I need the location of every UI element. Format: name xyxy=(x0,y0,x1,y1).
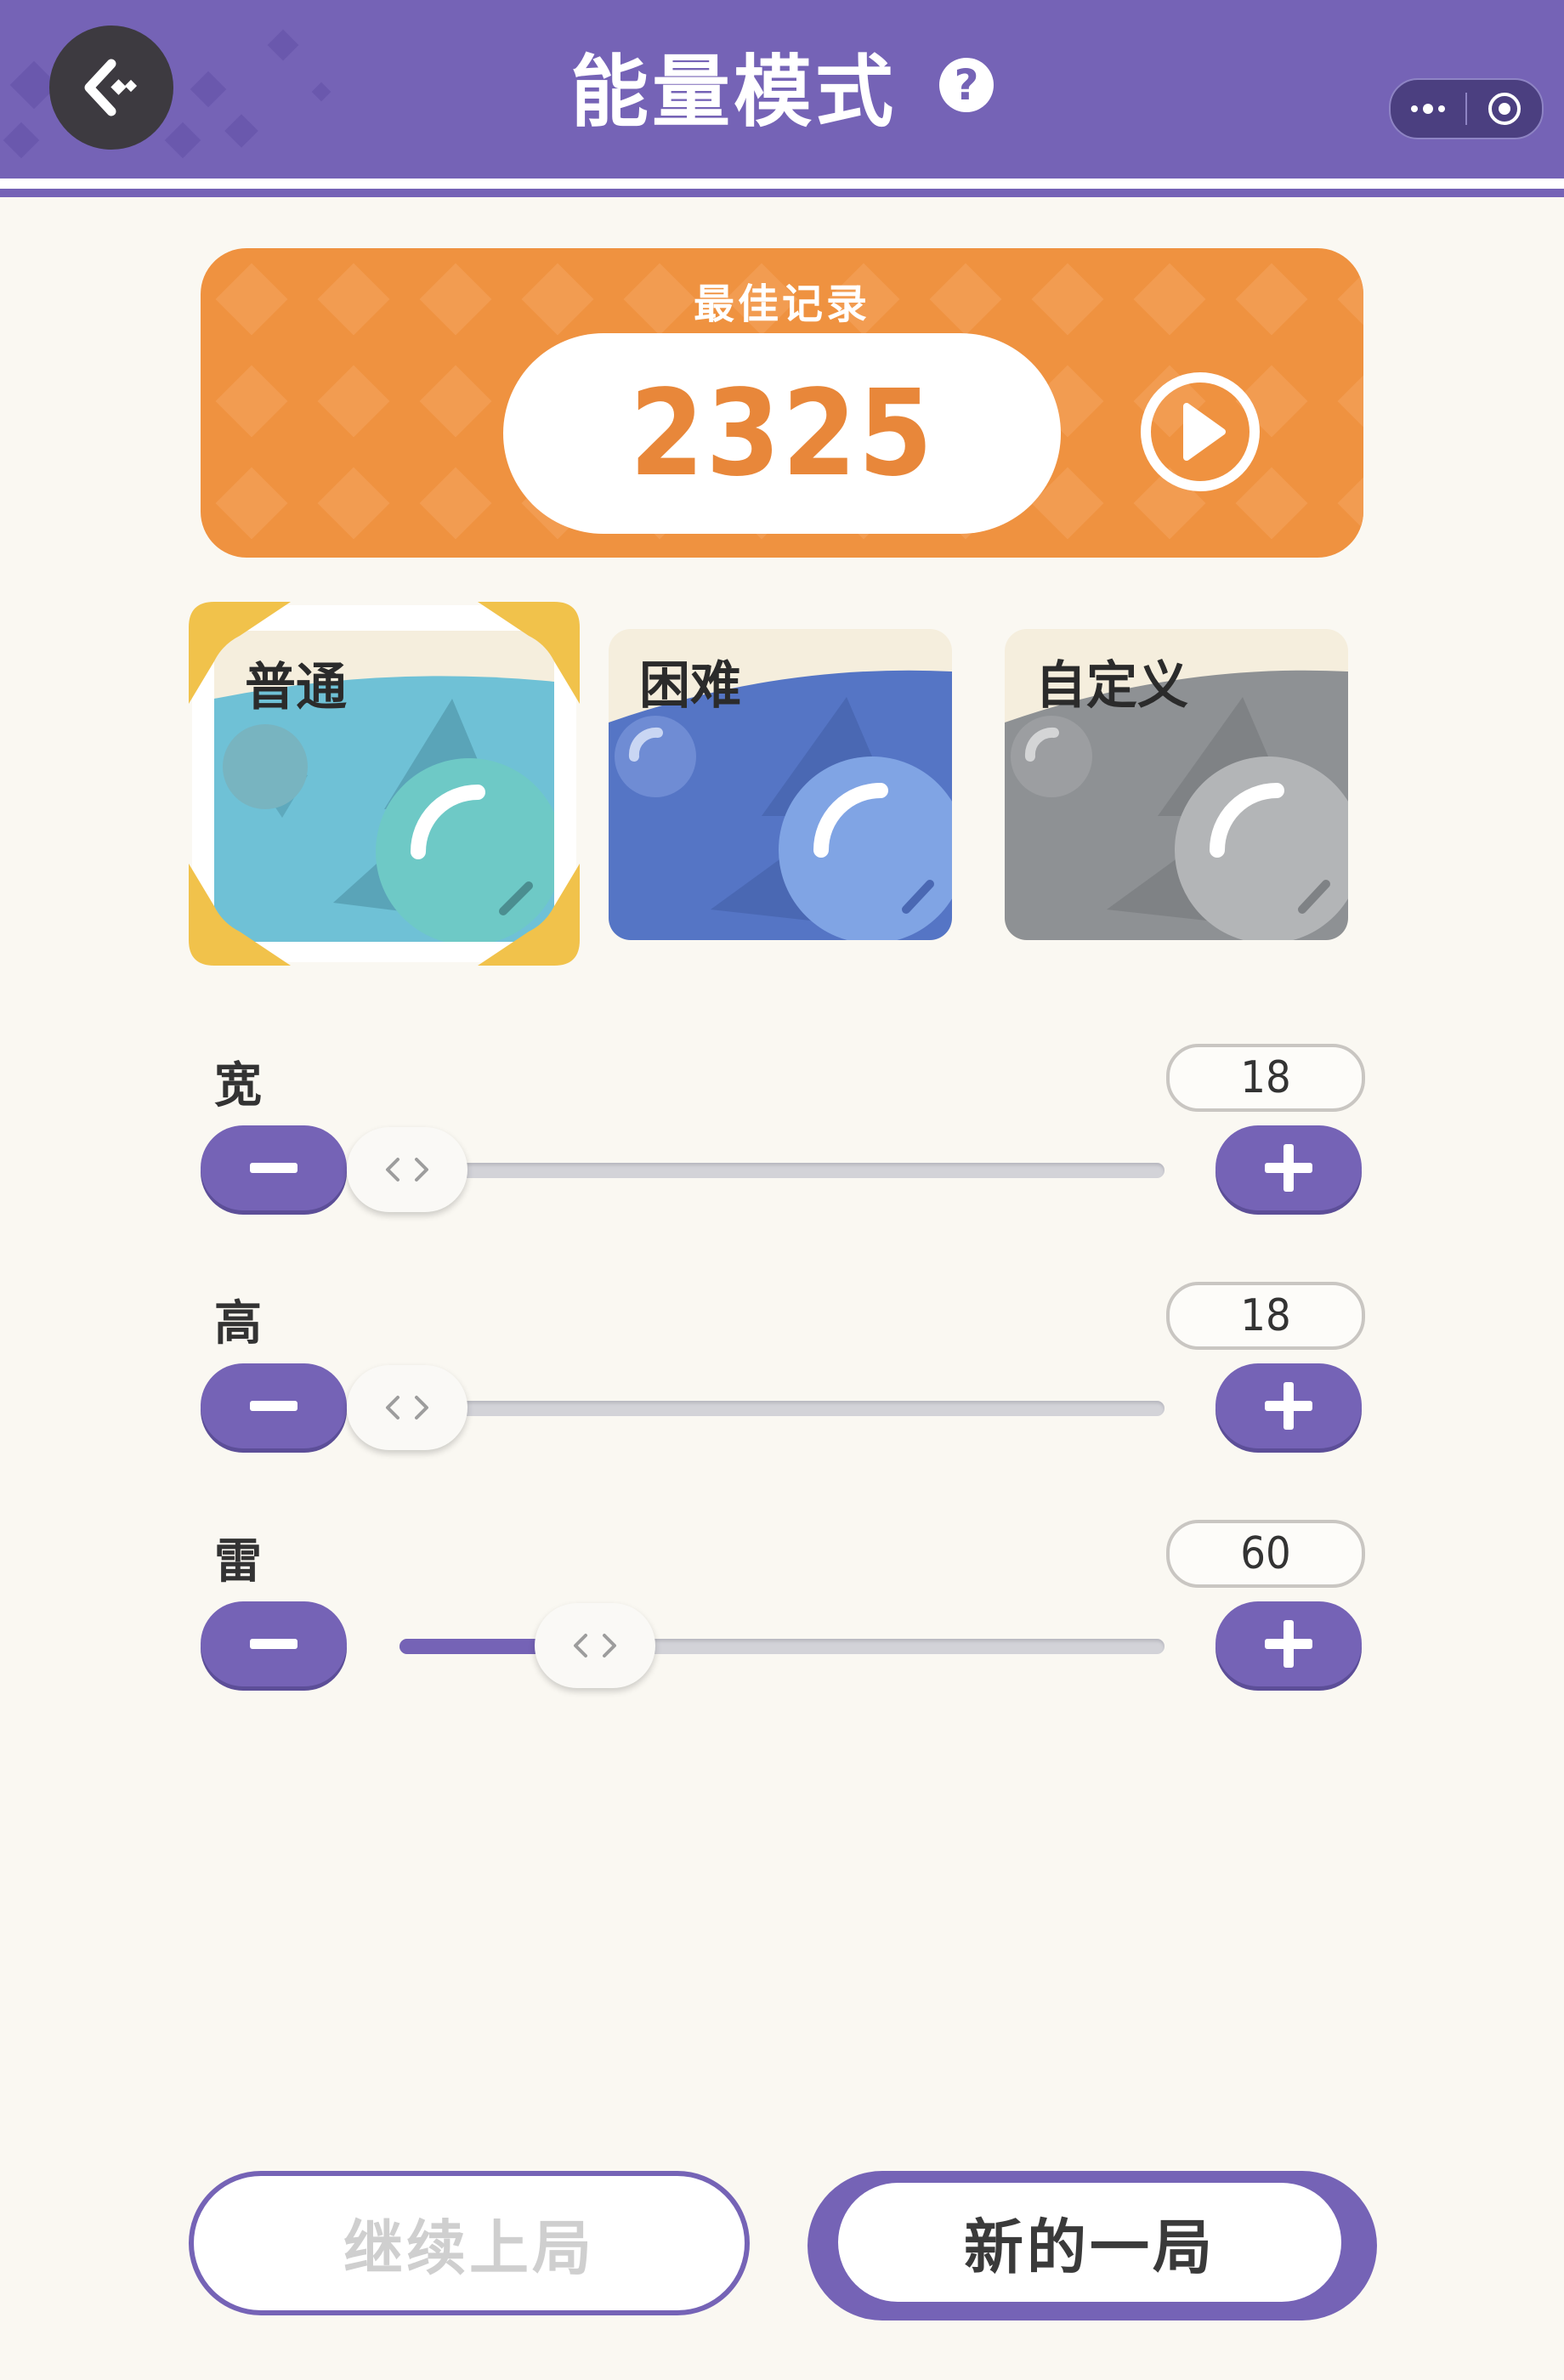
drag-arrows-icon xyxy=(386,1396,428,1420)
header-divider-accent xyxy=(0,189,1564,197)
more-dots-icon xyxy=(1411,104,1445,114)
plus-icon xyxy=(1265,1144,1312,1192)
minus-icon xyxy=(250,1163,298,1173)
height-value: 18 xyxy=(1166,1282,1365,1350)
width-minus-button[interactable] xyxy=(201,1125,347,1210)
mode-card-hard[interactable]: 困难 xyxy=(609,629,952,940)
mines-plus-button[interactable] xyxy=(1216,1601,1362,1686)
page-title: 能量模式 xyxy=(570,46,897,138)
header-divider xyxy=(0,178,1564,189)
record-label: 最佳记录 xyxy=(693,280,870,328)
mode-label-normal: 普通 xyxy=(245,658,347,717)
score-display: 2325 xyxy=(503,333,1061,534)
drag-arrows-icon xyxy=(386,1158,428,1182)
target-circle-icon xyxy=(1488,93,1521,125)
height-slider-track[interactable] xyxy=(400,1401,1164,1416)
new-game-button[interactable]: 新的一局 xyxy=(808,2171,1377,2320)
width-plus-button[interactable] xyxy=(1216,1125,1362,1210)
mines-slider-thumb[interactable] xyxy=(535,1603,656,1688)
mini-program-capsule xyxy=(1389,78,1544,139)
new-game-label: 新的一局 xyxy=(838,2183,1341,2302)
mode-card-custom[interactable]: 自定义 xyxy=(1005,629,1348,940)
continue-game-button[interactable]: 继续上局 xyxy=(189,2171,750,2315)
mode-label-custom: 自定义 xyxy=(1035,656,1188,716)
help-icon[interactable]: ? xyxy=(939,58,994,112)
mines-label: 雷 xyxy=(214,1534,262,1590)
mines-minus-button[interactable] xyxy=(201,1601,347,1686)
best-score: 2325 xyxy=(629,364,935,503)
plus-icon xyxy=(1265,1620,1312,1668)
width-slider-thumb[interactable] xyxy=(347,1127,468,1212)
close-button[interactable] xyxy=(1467,80,1542,138)
width-label: 宽 xyxy=(214,1058,262,1114)
mines-slider-track[interactable] xyxy=(400,1639,1164,1654)
width-value: 18 xyxy=(1166,1044,1365,1112)
plus-icon xyxy=(1265,1382,1312,1430)
width-slider-track[interactable] xyxy=(400,1163,1164,1178)
height-minus-button[interactable] xyxy=(201,1363,347,1448)
title-area: 能量模式 ? xyxy=(0,34,1564,138)
play-icon[interactable] xyxy=(1137,369,1263,495)
more-button[interactable] xyxy=(1391,80,1465,138)
minus-icon xyxy=(250,1401,298,1411)
drag-arrows-icon xyxy=(574,1634,617,1658)
mines-value: 60 xyxy=(1166,1520,1365,1588)
height-slider-thumb[interactable] xyxy=(347,1365,468,1450)
height-plus-button[interactable] xyxy=(1216,1363,1362,1448)
best-record-card: 最佳记录 2325 xyxy=(201,248,1363,558)
height-label: 高 xyxy=(214,1296,262,1352)
mode-label-hard: 困难 xyxy=(639,656,741,716)
minus-icon xyxy=(250,1639,298,1649)
